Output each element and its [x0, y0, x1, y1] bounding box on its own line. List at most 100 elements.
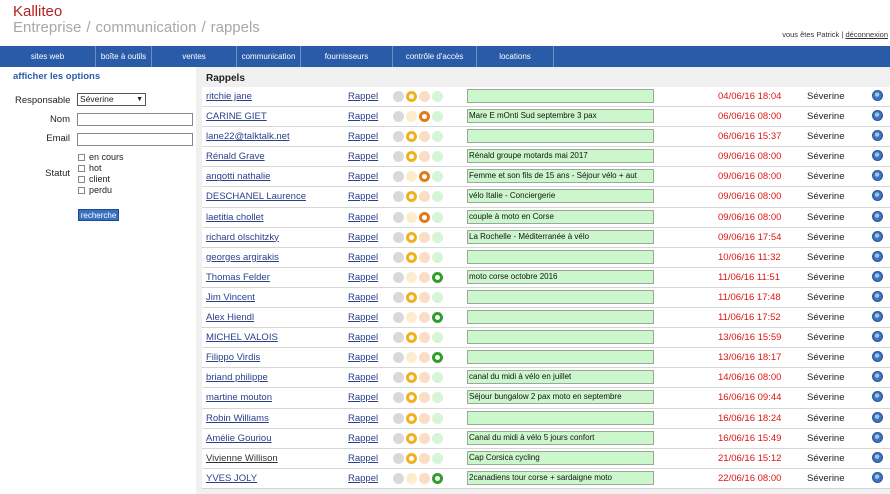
edit-icon[interactable]	[872, 130, 883, 142]
edit-icon[interactable]	[872, 150, 883, 162]
status-checkbox-client[interactable]: client	[78, 174, 110, 184]
note-field[interactable]: 2canadiens tour corse + sardaigne moto	[467, 470, 654, 485]
status-dot-hot[interactable]	[419, 352, 430, 364]
status-dot-client[interactable]	[432, 171, 443, 183]
contact-name-link[interactable]: Rénald Grave	[206, 151, 265, 162]
options-toggle[interactable]: afficher les options	[13, 71, 100, 82]
status-dot-hot[interactable]	[419, 392, 430, 404]
contact-name-link[interactable]: CARINE GIET	[206, 111, 267, 122]
status-dot-hot[interactable]	[419, 271, 430, 283]
contact-name-link[interactable]: Jim Vincent	[206, 292, 255, 303]
rappel-link[interactable]: Rappel	[348, 352, 378, 363]
contact-name-link[interactable]: Thomas Felder	[206, 272, 270, 283]
note-field[interactable]: vélo Italie - Conciergerie	[467, 189, 654, 204]
status-dot-hot[interactable]	[419, 251, 430, 263]
checkbox-box[interactable]	[78, 164, 85, 172]
status-dot-none[interactable]	[393, 271, 404, 283]
contact-name-link[interactable]: lane22@talktalk.net	[206, 131, 290, 142]
status-dot-en-cours[interactable]	[406, 452, 417, 464]
status-checkbox-en-cours[interactable]: en cours	[78, 152, 124, 162]
rappel-link[interactable]: Rappel	[348, 272, 378, 283]
edit-icon[interactable]	[872, 270, 883, 282]
edit-icon[interactable]	[872, 170, 883, 182]
edit-icon[interactable]	[872, 391, 883, 403]
status-dot-en-cours[interactable]	[406, 211, 417, 223]
status-dot-en-cours[interactable]	[406, 231, 417, 243]
status-dot-hot[interactable]	[419, 291, 430, 303]
nav-item-ventes[interactable]: ventes	[152, 46, 237, 67]
edit-icon[interactable]	[872, 210, 883, 222]
note-field[interactable]: Femme et son fils de 15 ans - Séjour vél…	[467, 169, 654, 184]
rappel-link[interactable]: Rappel	[348, 252, 378, 263]
edit-icon[interactable]	[872, 331, 883, 343]
note-field[interactable]: La Rochelle - Méditerranée à vélo	[467, 229, 654, 244]
status-dot-client[interactable]	[432, 332, 443, 344]
contact-name-link[interactable]: Filippo Virdis	[206, 352, 260, 363]
status-dot-none[interactable]	[393, 332, 404, 344]
status-dot-hot[interactable]	[419, 312, 430, 324]
edit-icon[interactable]	[872, 230, 883, 242]
status-dot-en-cours[interactable]	[406, 432, 417, 444]
edit-icon[interactable]	[872, 431, 883, 443]
rappel-link[interactable]: Rappel	[348, 91, 378, 102]
edit-icon[interactable]	[872, 311, 883, 323]
search-button[interactable]: recherche	[78, 209, 119, 221]
status-dot-none[interactable]	[393, 171, 404, 183]
note-field[interactable]	[467, 310, 654, 325]
status-dot-hot[interactable]	[419, 111, 430, 123]
status-dot-en-cours[interactable]	[406, 111, 417, 123]
rappel-link[interactable]: Rappel	[348, 312, 378, 323]
status-dot-client[interactable]	[432, 91, 443, 102]
checkbox-box[interactable]	[78, 153, 85, 161]
edit-icon[interactable]	[872, 110, 883, 122]
status-dot-en-cours[interactable]	[406, 332, 417, 344]
note-field[interactable]	[467, 129, 654, 144]
status-dot-client[interactable]	[432, 211, 443, 223]
checkbox-box[interactable]	[78, 186, 85, 194]
status-dot-client[interactable]	[432, 372, 443, 384]
edit-icon[interactable]	[872, 190, 883, 202]
status-dot-en-cours[interactable]	[406, 91, 417, 102]
edit-icon[interactable]	[872, 411, 883, 423]
rappel-link[interactable]: Rappel	[348, 212, 378, 223]
rappel-link[interactable]: Rappel	[348, 392, 378, 403]
status-dot-client[interactable]	[432, 312, 443, 324]
status-dot-none[interactable]	[393, 91, 404, 102]
status-dot-hot[interactable]	[419, 211, 430, 223]
nav-item-communication[interactable]: communication	[237, 46, 301, 67]
rappel-link[interactable]: Rappel	[348, 232, 378, 243]
contact-name-link[interactable]: DESCHANEL Laurence	[206, 191, 306, 202]
status-dot-en-cours[interactable]	[406, 352, 417, 364]
status-dot-client[interactable]	[432, 231, 443, 243]
status-dot-hot[interactable]	[419, 231, 430, 243]
note-field[interactable]: Séjour bungalow 2 pax moto en septembre	[467, 390, 654, 405]
rappel-link[interactable]: Rappel	[348, 191, 378, 202]
edit-icon[interactable]	[872, 371, 883, 383]
status-dot-none[interactable]	[393, 472, 404, 484]
nav-item-sites-web[interactable]: sites web	[0, 46, 96, 67]
status-dot-hot[interactable]	[419, 472, 430, 484]
contact-name-link[interactable]: Amélie Gouriou	[206, 433, 271, 444]
logout-link[interactable]: déconnexion	[845, 30, 888, 39]
contact-name-link[interactable]: MICHEL VALOIS	[206, 332, 278, 343]
contact-name-link[interactable]: angotti nathalie	[206, 171, 270, 182]
status-dot-client[interactable]	[432, 392, 443, 404]
note-field[interactable]: canal du midi à vélo en juillet	[467, 370, 654, 385]
rappel-link[interactable]: Rappel	[348, 473, 378, 484]
status-dot-none[interactable]	[393, 111, 404, 123]
contact-name-link[interactable]: richard olschitzky	[206, 232, 279, 243]
edit-icon[interactable]	[872, 250, 883, 262]
status-dot-hot[interactable]	[419, 131, 430, 143]
status-checkbox-hot[interactable]: hot	[78, 163, 102, 173]
edit-icon[interactable]	[872, 451, 883, 463]
rappel-link[interactable]: Rappel	[348, 413, 378, 424]
status-dot-client[interactable]	[432, 432, 443, 444]
contact-name-link[interactable]: YVES JOLY	[206, 473, 257, 484]
rappel-link[interactable]: Rappel	[348, 372, 378, 383]
status-dot-hot[interactable]	[419, 412, 430, 424]
contact-name-link[interactable]: martine mouton	[206, 392, 272, 403]
status-dot-client[interactable]	[432, 271, 443, 283]
status-dot-none[interactable]	[393, 251, 404, 263]
status-checkbox-perdu[interactable]: perdu	[78, 185, 112, 195]
rappel-link[interactable]: Rappel	[348, 171, 378, 182]
